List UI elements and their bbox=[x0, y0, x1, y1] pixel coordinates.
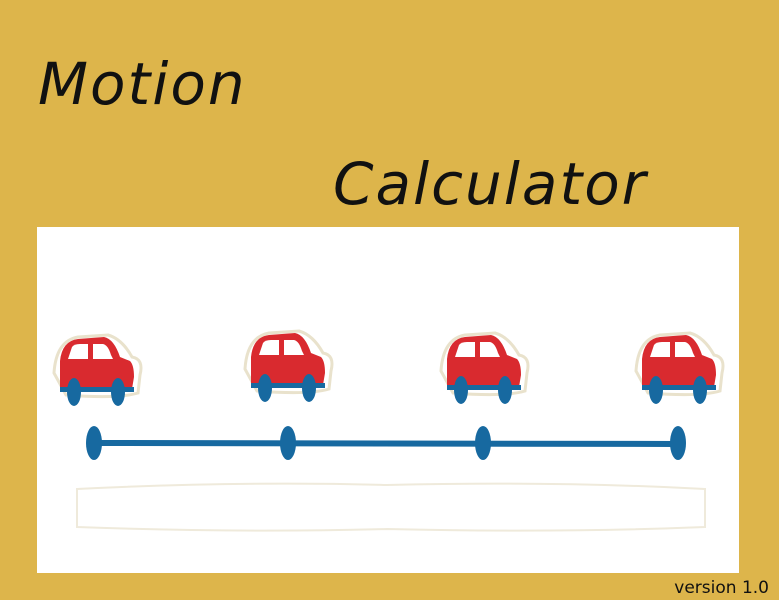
timeline-marker-2 bbox=[280, 426, 296, 460]
car-icon-1 bbox=[52, 333, 143, 408]
version-label: version 1.0 bbox=[674, 578, 769, 598]
sketch-band bbox=[76, 482, 706, 532]
splash-illustration bbox=[37, 227, 739, 573]
timeline-marker-4 bbox=[670, 426, 686, 460]
car-icon-2 bbox=[243, 329, 334, 404]
car-icon-4 bbox=[634, 331, 725, 406]
motion-illustration-svg bbox=[52, 329, 725, 532]
app-title-calculator: Calculator bbox=[333, 150, 648, 218]
car-icon-3 bbox=[439, 331, 530, 406]
app-title-motion: Motion bbox=[38, 50, 247, 118]
timeline-marker-3 bbox=[475, 426, 491, 460]
timeline-marker-1 bbox=[86, 426, 102, 460]
timeline bbox=[86, 426, 686, 460]
